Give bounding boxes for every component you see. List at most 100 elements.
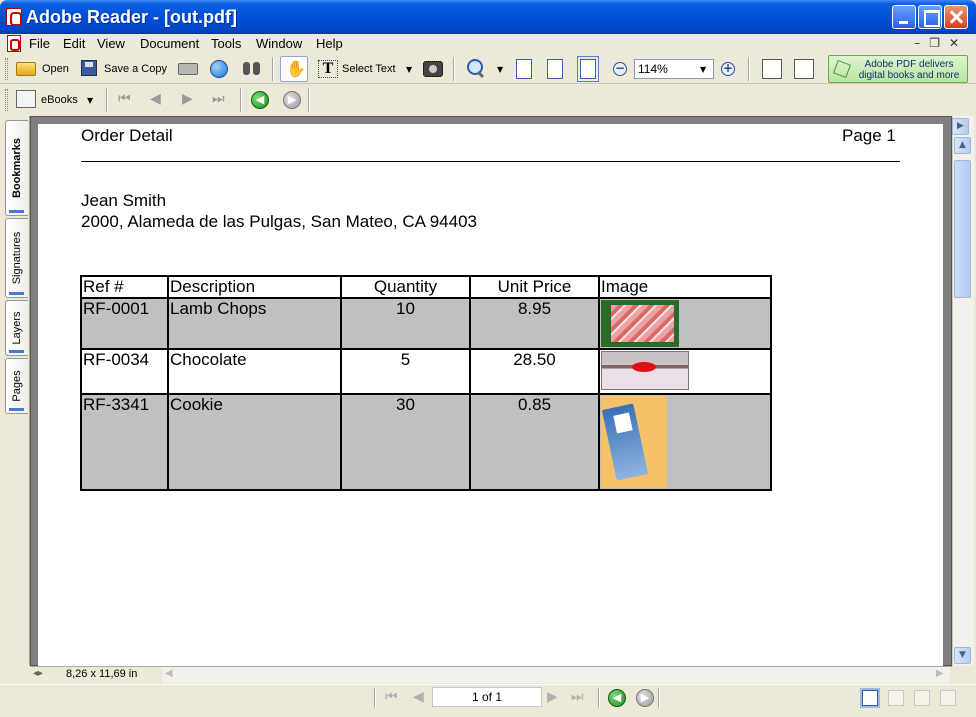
tab-bookmarks[interactable]: Bookmarks [5,120,28,216]
cell-description: Chocolate [167,348,342,395]
menu-help[interactable]: Help [314,36,345,51]
menu-file[interactable]: File [27,36,52,51]
toolbar-separator [240,88,242,112]
maximize-button[interactable] [918,5,942,29]
scroll-left-icon[interactable]: ◀ [165,668,173,679]
column-header-unit-price: Unit Price [469,275,600,299]
status-next-page-icon[interactable]: ▶ [547,689,558,705]
navigation-pane-tabs: Bookmarks Signatures Layers Pages [0,116,30,666]
cell-unit-price: 8.95 [469,297,600,350]
ebooks-button-label[interactable]: eBooks [41,94,78,106]
zoom-in-icon[interactable]: + [721,62,735,76]
zoom-level-dropdown-icon[interactable]: ▼ [700,65,706,74]
cell-unit-price: 0.85 [469,393,600,491]
status-next-view-icon[interactable]: ▶ [636,689,654,707]
previous-view-icon[interactable]: ◀ [251,91,269,109]
table-row: RF-3341 Cookie 30 0.85 [80,393,772,491]
page-nav-arrow-icon[interactable]: ▶ [952,118,969,135]
tab-signatures[interactable]: Signatures [5,218,28,298]
horizontal-scrollbar[interactable] [162,667,950,683]
window-titlebar: Adobe Reader - [out.pdf] [0,0,976,34]
cell-ref: RF-0001 [80,297,169,350]
status-previous-page-icon[interactable]: ◀ [413,689,424,705]
status-last-page-icon[interactable]: ⏭ [571,689,584,705]
cell-description: Lamb Chops [167,297,342,350]
menu-tools[interactable]: Tools [209,36,243,51]
fit-page-icon[interactable] [547,59,563,79]
navigation-toolbar: eBooks ▼ ⏮ ◀ ▶ ⏭ ◀ ▶ [0,84,976,116]
cell-image [598,393,772,491]
email-globe-icon[interactable] [210,60,228,78]
save-a-copy-button-label[interactable]: Save a Copy [104,63,167,75]
search-binoculars-icon[interactable] [243,60,261,76]
menu-window[interactable]: Window [254,36,304,51]
select-text-dropdown-icon[interactable]: ▼ [406,65,412,74]
column-header-ref: Ref # [80,275,169,299]
save-disk-icon[interactable] [81,60,97,76]
cookie-bar-image [601,396,667,488]
continuous-facing-layout-icon[interactable] [940,690,956,706]
page-size-readout: 8,26 x 11,69 in [66,668,138,680]
first-page-icon[interactable]: ⏮ [118,91,131,107]
toolbar-separator [748,57,750,81]
next-view-icon[interactable]: ▶ [283,91,301,109]
ebooks-dropdown-icon[interactable]: ▼ [87,96,93,105]
toolbar-grip[interactable] [5,58,8,80]
customer-address: 2000, Alameda de las Pulgas, San Mateo, … [81,212,477,231]
chocolate-image [601,351,689,390]
document-window-controls[interactable]: –❐✕ [914,36,968,50]
pane-splitter-icon[interactable]: ◂▸ [33,668,43,679]
status-previous-view-icon[interactable]: ◀ [608,689,626,707]
fit-width-icon[interactable] [577,56,599,82]
menu-document[interactable]: Document [138,36,201,51]
tab-pages[interactable]: Pages [5,358,28,414]
column-header-description: Description [167,275,342,299]
rotate-clockwise-icon[interactable] [762,59,782,79]
cell-description: Cookie [167,393,342,491]
close-button[interactable] [944,5,968,29]
select-text-button-label[interactable]: Select Text [342,63,396,75]
zoom-in-tool-icon[interactable] [467,59,485,77]
ebooks-icon[interactable] [16,90,36,108]
print-icon[interactable] [178,63,198,75]
scroll-up-icon[interactable]: ▲ [954,137,971,154]
open-folder-icon[interactable] [16,62,36,76]
zoom-tool-dropdown-icon[interactable]: ▼ [497,65,503,74]
toolbar-separator [106,88,108,112]
minimize-button[interactable] [892,5,916,29]
next-page-icon[interactable]: ▶ [182,91,193,107]
tab-layers[interactable]: Layers [5,300,28,356]
cell-image [598,348,772,395]
rotate-counterclockwise-icon[interactable] [794,59,814,79]
statusbar-separator [598,688,600,708]
header-divider [81,161,900,162]
adobe-reader-app-icon[interactable] [6,8,22,26]
actual-size-icon[interactable] [516,59,532,79]
order-table-header-row: Ref # Description Quantity Unit Price Im… [80,275,772,299]
menu-view[interactable]: View [95,36,127,51]
status-first-page-icon[interactable]: ⏮ [385,689,398,705]
pdf-document-icon[interactable] [7,35,21,52]
column-header-image: Image [598,275,772,299]
cell-ref: RF-3341 [80,393,169,491]
single-page-layout-icon[interactable] [860,688,880,708]
hand-tool-icon[interactable] [280,56,308,82]
adobe-promo-button[interactable]: Adobe PDF delivers digital books and mor… [828,55,968,83]
cell-image [598,297,772,350]
previous-page-icon[interactable]: ◀ [150,91,161,107]
table-row: RF-0001 Lamb Chops 10 8.95 [80,297,772,350]
last-page-icon[interactable]: ⏭ [212,91,225,107]
vertical-scroll-thumb[interactable] [954,160,971,298]
toolbar-separator [272,57,274,81]
select-text-icon[interactable]: T [318,60,338,78]
scroll-down-icon[interactable]: ▼ [954,647,971,664]
open-button-label[interactable]: Open [42,63,69,75]
page-number-input[interactable]: 1 of 1 [432,687,542,707]
menu-edit[interactable]: Edit [61,36,87,51]
facing-layout-icon[interactable] [914,690,930,706]
continuous-layout-icon[interactable] [888,690,904,706]
scroll-right-icon[interactable]: ▶ [936,668,944,679]
toolbar-grip[interactable] [5,89,8,111]
zoom-out-icon[interactable]: − [613,62,627,76]
snapshot-camera-icon[interactable] [423,61,443,77]
